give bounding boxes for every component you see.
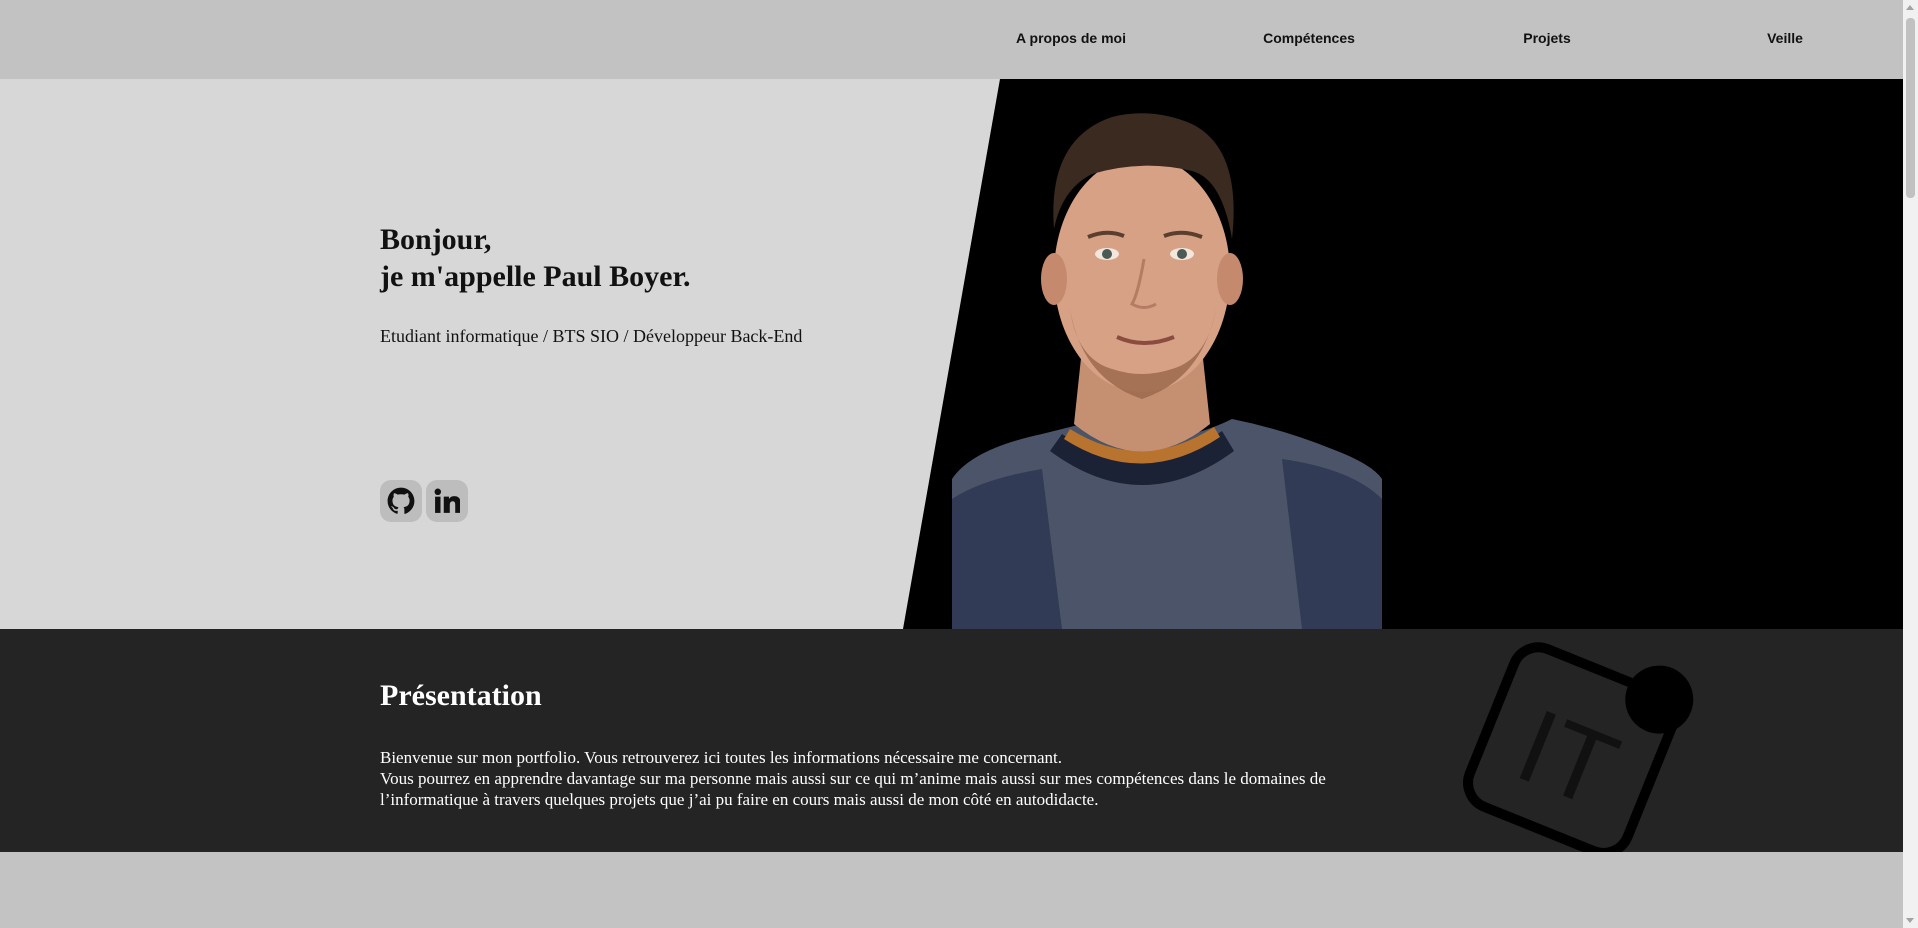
hero-greeting: Bonjour, je m'appelle Paul Boyer. (380, 221, 691, 295)
presentation-title: Présentation (380, 679, 542, 712)
nav-link-skills[interactable]: Compétences (1263, 30, 1355, 46)
nav-link-projects[interactable]: Projets (1523, 30, 1570, 46)
scroll-down-icon[interactable] (1906, 918, 1914, 923)
greeting-line-1: Bonjour, (380, 223, 492, 256)
hero-subtitle: Etudiant informatique / BTS SIO / Dévelo… (380, 326, 803, 346)
linkedin-icon (434, 488, 460, 513)
presentation-text: Bienvenue sur mon portfolio. Vous retrou… (380, 747, 1390, 810)
scroll-up-icon[interactable] (1906, 5, 1914, 10)
it-logo-icon: IT (1463, 642, 1694, 852)
github-button[interactable] (380, 480, 422, 522)
hero-section: Bonjour, je m'appelle Paul Boyer. Etudia… (0, 79, 1903, 629)
greeting-line-2: je m'appelle Paul Boyer. (380, 260, 691, 293)
next-section (0, 852, 1903, 928)
nav-link-watch[interactable]: Veille (1767, 30, 1803, 46)
page-scrollbar[interactable] (1903, 0, 1918, 928)
it-logo-text: IT (1502, 687, 1632, 830)
presentation-section: IT Présentation Bienvenue sur mon portfo… (0, 629, 1903, 852)
profile-photo (952, 113, 1382, 629)
scrollbar-thumb[interactable] (1906, 18, 1915, 198)
github-icon (387, 487, 415, 514)
presentation-line-2: Vous pourrez en apprendre davantage sur … (380, 769, 1326, 809)
top-navbar: A propos de moi Compétences Projets Veil… (0, 0, 1903, 79)
linkedin-button[interactable] (426, 480, 468, 522)
nav-link-about[interactable]: A propos de moi (1016, 30, 1126, 46)
presentation-line-1: Bienvenue sur mon portfolio. Vous retrou… (380, 748, 1063, 767)
